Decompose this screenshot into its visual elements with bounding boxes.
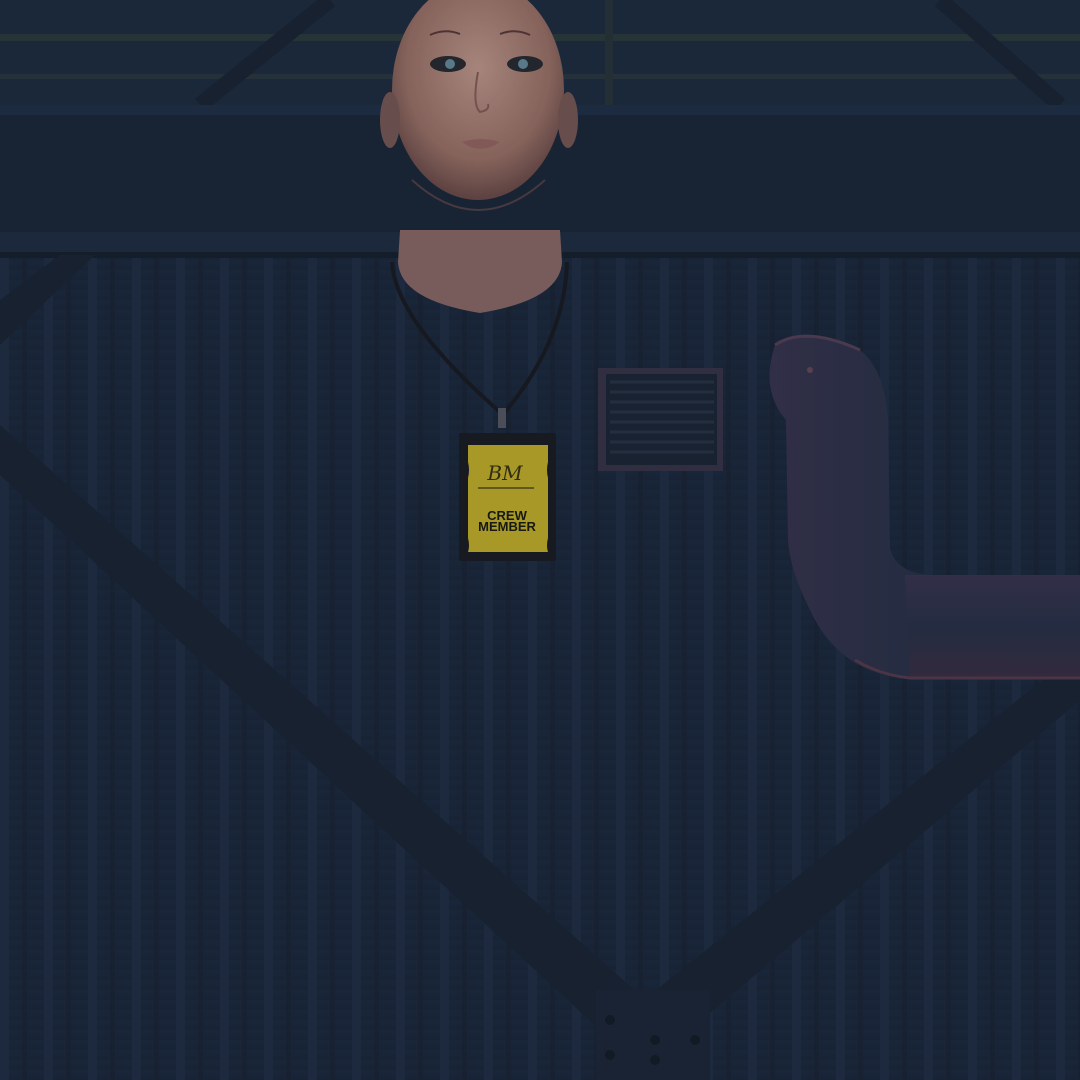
ambient-shade [0, 0, 1080, 1080]
game-scene: BM CREW MEMBER [0, 0, 1080, 1080]
scene-canvas: BM CREW MEMBER [0, 0, 1080, 1080]
